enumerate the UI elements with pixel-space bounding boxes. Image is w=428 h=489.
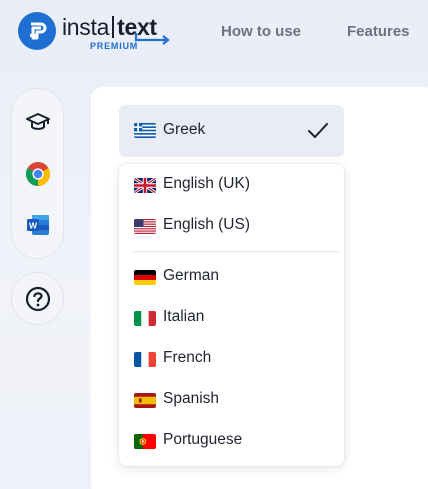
logo-word-left: insta: [62, 14, 110, 40]
language-option-german[interactable]: German: [119, 257, 344, 297]
instatext-logo-icon: [18, 12, 56, 50]
germany-flag-icon: [134, 270, 156, 285]
instatext-logo[interactable]: insta text PREMIUM: [18, 12, 172, 51]
nav-how-to-use[interactable]: How to use: [221, 23, 301, 40]
language-option-label: Spanish: [163, 390, 220, 407]
language-select[interactable]: Greek: [119, 105, 344, 157]
us-flag-icon: [134, 219, 156, 234]
selected-language-label: Greek: [163, 121, 206, 138]
language-option-french[interactable]: French: [119, 339, 344, 379]
check-icon: [308, 123, 328, 138]
nav-features[interactable]: Features: [347, 23, 410, 40]
swap-arrow-icon: [134, 33, 170, 45]
uk-flag-icon: [134, 178, 156, 193]
logo-premium-label: PREMIUM: [90, 41, 139, 51]
language-option-label: German: [163, 267, 219, 284]
logo-wordmark: insta text PREMIUM: [62, 12, 172, 51]
language-option-label: Portuguese: [163, 431, 243, 448]
language-option-portuguese[interactable]: Portuguese: [119, 421, 344, 461]
svg-text:W: W: [29, 221, 38, 231]
word-icon[interactable]: W: [25, 212, 51, 238]
top-header: insta text PREMIUM How to use Features: [0, 0, 428, 64]
help-button[interactable]: [11, 272, 64, 325]
language-option-english-uk[interactable]: English (UK): [119, 165, 344, 205]
language-option-label: English (UK): [163, 175, 250, 192]
language-option-label: English (US): [163, 216, 250, 233]
dropdown-divider: [133, 251, 339, 252]
italy-flag-icon: [134, 311, 156, 326]
app-rail: W: [11, 88, 64, 259]
language-option-english-us[interactable]: English (US): [119, 206, 344, 246]
language-option-spanish[interactable]: Spanish: [119, 380, 344, 420]
language-option-label: Italian: [163, 308, 205, 325]
chrome-icon[interactable]: [25, 161, 51, 187]
language-option-italian[interactable]: Italian: [119, 298, 344, 338]
graduation-cap-icon[interactable]: [25, 109, 51, 135]
language-option-label: French: [163, 349, 212, 366]
portugal-flag-icon: [134, 434, 156, 449]
greece-flag-icon: [134, 123, 156, 138]
france-flag-icon: [134, 352, 156, 367]
spain-flag-icon: [134, 393, 156, 408]
language-dropdown: English (UK) English (US) German Italian…: [119, 164, 344, 466]
question-circle-icon: [25, 286, 50, 311]
